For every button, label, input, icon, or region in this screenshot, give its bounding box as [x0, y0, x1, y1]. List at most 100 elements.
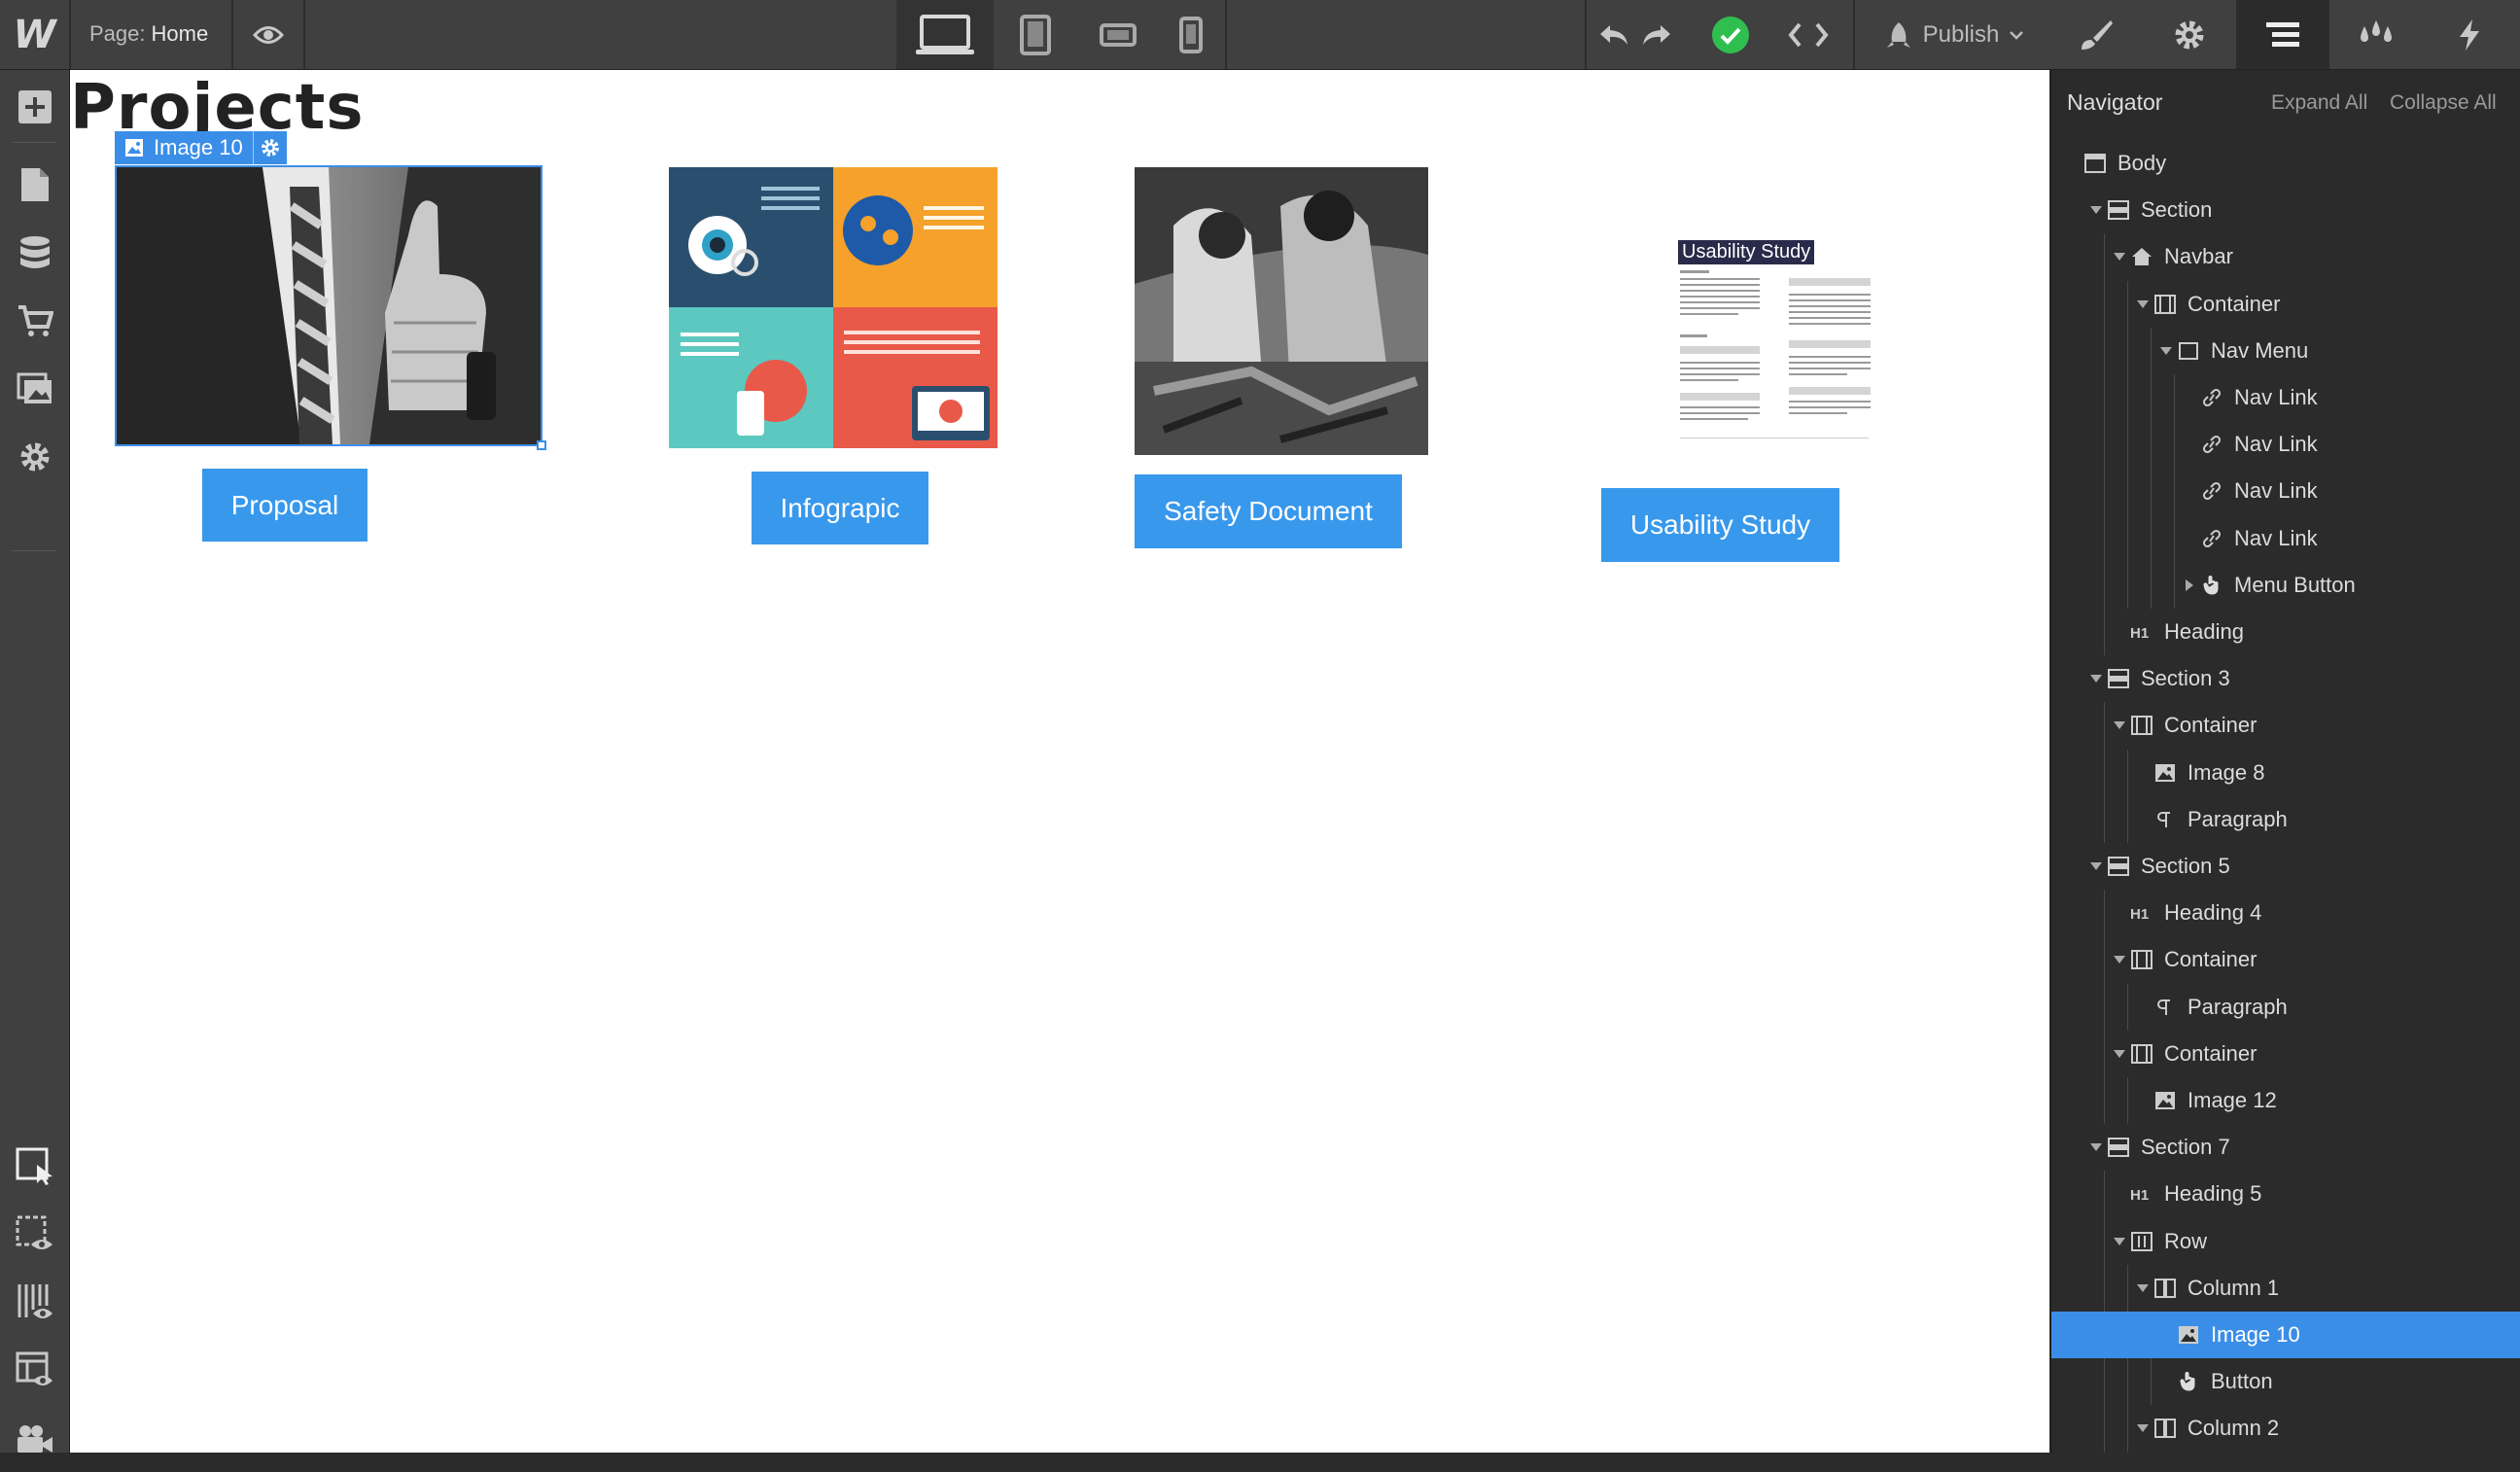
project-image-usability[interactable]: Usability Study [1606, 167, 1878, 469]
navigator-node[interactable]: Nav Menu [2051, 328, 2520, 374]
caret-down-icon[interactable] [2110, 1049, 2129, 1059]
mobile-landscape-view-icon[interactable] [1079, 0, 1157, 69]
code-icon[interactable] [1779, 0, 1838, 69]
caret-down-icon[interactable] [2133, 1283, 2152, 1293]
caret-down-icon[interactable] [2110, 955, 2129, 964]
navigator-node[interactable]: Section 7 [2051, 1124, 2520, 1171]
link-icon [2199, 478, 2224, 504]
selected-element-tag[interactable]: Image 10 [115, 131, 287, 164]
design-canvas[interactable]: Projects Image 10 Proposal Infograpic Sa… [70, 70, 2049, 1453]
divider [1585, 0, 1587, 69]
select-cursor-icon[interactable] [0, 1134, 69, 1200]
status-check-icon[interactable] [1701, 0, 1760, 69]
divider [1853, 0, 1855, 69]
tablet-view-icon[interactable] [1001, 0, 1069, 69]
divider [69, 0, 71, 69]
navigator-node[interactable]: H1 Heading 4 [2051, 890, 2520, 936]
navigator-node[interactable]: H1 Heading 5 [2051, 1171, 2520, 1217]
row-icon [2129, 1229, 2154, 1254]
navigator-tab-icon[interactable] [2236, 0, 2329, 69]
navigator-node[interactable]: Container [2051, 1031, 2520, 1077]
project-image-safety[interactable] [1135, 167, 1428, 455]
project-image-infographic[interactable] [669, 167, 998, 448]
caret-down-icon[interactable] [2133, 299, 2152, 309]
caret-down-icon[interactable] [2110, 1237, 2129, 1246]
caret-down-icon[interactable] [2110, 720, 2129, 730]
settings-gear-icon[interactable] [2143, 0, 2236, 69]
style-panel-brush-icon[interactable] [2049, 0, 2143, 69]
navigator-node[interactable]: Section 3 [2051, 655, 2520, 702]
caret-down-icon[interactable] [2086, 674, 2106, 683]
navigator-header: Navigator Expand All Collapse All [2051, 70, 2520, 138]
video-camera-icon[interactable] [0, 1406, 69, 1472]
navigator-node[interactable]: Container [2051, 936, 2520, 983]
svg-text:H1: H1 [2130, 906, 2149, 922]
navigator-node[interactable]: Menu Button [2051, 562, 2520, 609]
navigator-node[interactable]: Section 5 [2051, 843, 2520, 890]
usability-study-button[interactable]: Usability Study [1601, 488, 1839, 562]
navigator-node[interactable]: Button [2051, 1358, 2520, 1405]
navigator-node[interactable]: Nav Link [2051, 468, 2520, 514]
desktop-view-icon[interactable] [896, 0, 994, 69]
navigator-node[interactable]: Section [2051, 187, 2520, 233]
undo-icon[interactable] [1594, 0, 1633, 69]
navigator-node[interactable]: Container [2051, 281, 2520, 328]
pages-icon[interactable] [0, 152, 69, 218]
ecommerce-cart-icon[interactable] [0, 288, 69, 354]
caret-right-icon[interactable] [2180, 578, 2199, 592]
assets-images-icon[interactable] [0, 356, 69, 422]
mobile-portrait-view-icon[interactable] [1157, 0, 1225, 69]
proposal-button[interactable]: Proposal [202, 469, 368, 542]
navigator-node[interactable]: Row [2051, 1218, 2520, 1265]
navigator-node-label: Column 1 [2188, 1275, 2280, 1300]
container-icon [2152, 292, 2178, 317]
interactions-lightning-icon[interactable] [2423, 0, 2516, 69]
navigator-node[interactable]: Paragraph [2051, 984, 2520, 1031]
navigator-node[interactable]: Nav Link [2051, 421, 2520, 468]
collapse-all-link[interactable]: Collapse All [2390, 91, 2497, 115]
page-selector[interactable]: Page: Home [89, 21, 208, 47]
navigator-node[interactable]: Column 2 [2051, 1405, 2520, 1452]
infograpic-button[interactable]: Infograpic [752, 472, 928, 544]
navigator-node-label: Paragraph [2188, 806, 2288, 831]
cms-database-icon[interactable] [0, 220, 69, 286]
grid-overlay-eye-icon[interactable] [0, 1270, 69, 1336]
navigator-node[interactable]: Image 8 [2051, 750, 2520, 796]
navigator-node[interactable]: Paragraph [2051, 796, 2520, 843]
caret-down-icon[interactable] [2156, 346, 2176, 356]
project-settings-gear-icon[interactable] [0, 424, 69, 490]
navigator-node[interactable]: H1 Heading [2051, 609, 2520, 655]
swatches-drops-icon[interactable] [2329, 0, 2423, 69]
caret-down-icon[interactable] [2086, 861, 2106, 871]
navigator-node[interactable]: Nav Link [2051, 515, 2520, 562]
add-elements-icon[interactable] [0, 74, 69, 140]
caret-down-icon[interactable] [2086, 205, 2106, 215]
navigator-node[interactable]: Container [2051, 702, 2520, 749]
caret-down-icon[interactable] [2086, 1142, 2106, 1152]
layout-eye-icon[interactable] [0, 1338, 69, 1404]
navigator-node[interactable]: Navbar [2051, 233, 2520, 280]
caret-down-icon[interactable] [2110, 252, 2129, 262]
preview-eye-icon[interactable] [233, 0, 303, 69]
caret-down-icon[interactable] [2133, 1423, 2152, 1433]
selection-outline [115, 165, 542, 446]
svg-text:H1: H1 [2130, 1187, 2149, 1203]
safety-document-button[interactable]: Safety Document [1135, 474, 1402, 548]
paragraph-icon [2152, 807, 2178, 832]
navigator-node[interactable]: Body [2051, 140, 2520, 187]
container-icon [2129, 947, 2154, 972]
navigator-node[interactable]: Image 12 [2051, 1077, 2520, 1124]
navbar-icon [2129, 244, 2154, 269]
redo-icon[interactable] [1637, 0, 1676, 69]
preview-selection-eye-icon[interactable] [0, 1202, 69, 1268]
navigator-node-label: Body [2118, 151, 2167, 175]
expand-all-link[interactable]: Expand All [2271, 91, 2367, 115]
navigator-node-label: Image 12 [2188, 1088, 2277, 1112]
navigator-node[interactable]: Column 1 [2051, 1265, 2520, 1312]
resize-handle[interactable] [537, 440, 546, 450]
webflow-logo[interactable]: W [0, 0, 69, 69]
navigator-node[interactable]: Image 10 [2051, 1312, 2520, 1358]
publish-button[interactable]: Publish [1861, 0, 2048, 69]
element-settings-gear-icon[interactable] [252, 131, 287, 164]
navigator-node[interactable]: Nav Link [2051, 374, 2520, 421]
